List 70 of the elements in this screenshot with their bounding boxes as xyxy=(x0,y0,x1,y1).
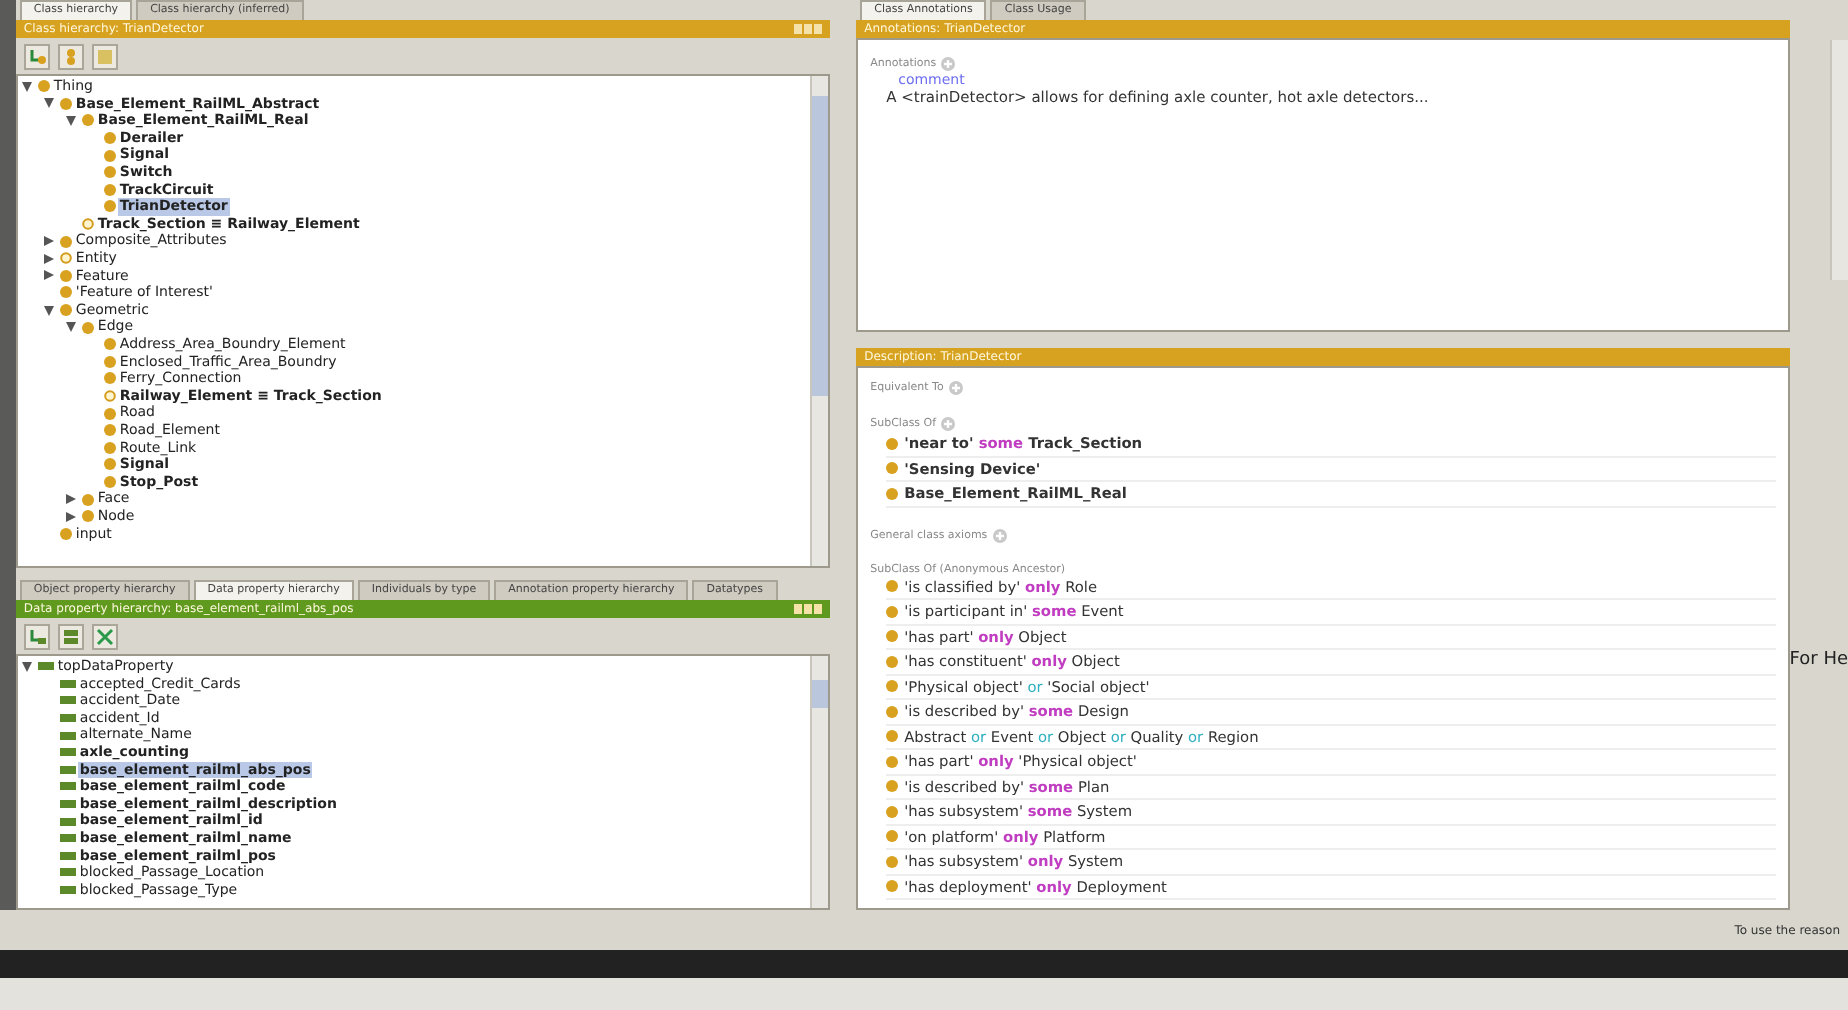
collapsed-arrow-icon[interactable] xyxy=(43,270,54,281)
class-dot-icon xyxy=(886,780,899,793)
expanded-arrow-icon[interactable] xyxy=(43,305,54,316)
class-dot-icon xyxy=(886,805,899,818)
class-dot-icon xyxy=(59,286,72,299)
class-dot-icon xyxy=(37,80,50,93)
add-subproperty-button[interactable] xyxy=(23,623,50,649)
class-dot-icon xyxy=(886,655,899,668)
add-sibling-icon xyxy=(61,47,80,65)
close-icon xyxy=(95,627,114,645)
class-dot-icon xyxy=(103,183,116,196)
view-controls-icon[interactable] xyxy=(794,604,823,614)
class-dot-icon xyxy=(886,680,899,693)
class-dot-icon xyxy=(886,580,899,593)
circle-outline-icon xyxy=(59,252,72,265)
expanded-arrow-icon[interactable] xyxy=(65,115,76,126)
class-dot-icon xyxy=(886,830,899,843)
scrollbar[interactable] xyxy=(810,656,829,908)
expanded-arrow-icon[interactable] xyxy=(43,98,54,109)
class-dot-icon xyxy=(103,407,116,420)
expanded-arrow-icon[interactable] xyxy=(65,322,76,333)
class-dot-icon xyxy=(59,304,72,317)
class-dot-icon xyxy=(81,321,94,334)
class-dot-icon xyxy=(886,630,899,643)
class-dot-icon xyxy=(81,114,94,127)
class-dot-icon xyxy=(103,424,116,437)
add-subproperty-icon xyxy=(27,627,46,645)
class-dot-icon xyxy=(59,235,72,248)
class-dot-icon xyxy=(59,97,72,110)
add-subclass-button[interactable] xyxy=(23,43,50,69)
delete-button[interactable] xyxy=(91,43,118,69)
class-dot-icon xyxy=(103,458,116,471)
class-dot-icon xyxy=(103,132,116,145)
add-sibling-button[interactable] xyxy=(57,623,84,649)
class-dot-icon xyxy=(886,880,899,893)
add-subclass-icon xyxy=(27,47,46,65)
add-sibling-button[interactable] xyxy=(57,43,84,69)
class-dot-icon xyxy=(103,200,116,213)
class-dot-icon xyxy=(886,437,899,450)
cut-off-label: For He xyxy=(1789,650,1848,670)
add-sibling-icon xyxy=(61,627,80,645)
class-dot-icon xyxy=(886,705,899,718)
class-dot-icon xyxy=(103,338,116,351)
collapsed-arrow-icon[interactable] xyxy=(43,236,54,247)
circle-outline-icon xyxy=(81,218,94,231)
class-dot-icon xyxy=(886,462,899,475)
class-dot-icon xyxy=(59,269,72,282)
collapsed-arrow-icon[interactable] xyxy=(65,511,76,522)
collapsed-arrow-icon[interactable] xyxy=(43,253,54,264)
expanded-arrow-icon[interactable] xyxy=(21,661,32,672)
class-dot-icon xyxy=(103,149,116,162)
scrollbar[interactable] xyxy=(1830,40,1848,280)
class-dot-icon xyxy=(103,166,116,179)
class-dot-icon xyxy=(103,355,116,368)
class-dot-icon xyxy=(103,372,116,385)
class-dot-icon xyxy=(886,605,899,618)
class-dot-icon xyxy=(886,730,899,743)
class-dot-icon xyxy=(886,855,899,868)
class-dot-icon xyxy=(103,441,116,454)
delete-button[interactable] xyxy=(91,623,118,649)
class-dot-icon xyxy=(59,527,72,540)
class-dot-icon xyxy=(886,487,899,500)
class-dot-icon xyxy=(886,755,899,768)
scrollbar[interactable] xyxy=(810,76,829,566)
collapsed-arrow-icon[interactable] xyxy=(65,494,76,505)
class-dot-icon xyxy=(103,475,116,488)
circle-outline-icon xyxy=(103,389,116,402)
class-dot-icon xyxy=(81,510,94,523)
class-dot-icon xyxy=(81,493,94,506)
expanded-arrow-icon[interactable] xyxy=(21,81,32,92)
